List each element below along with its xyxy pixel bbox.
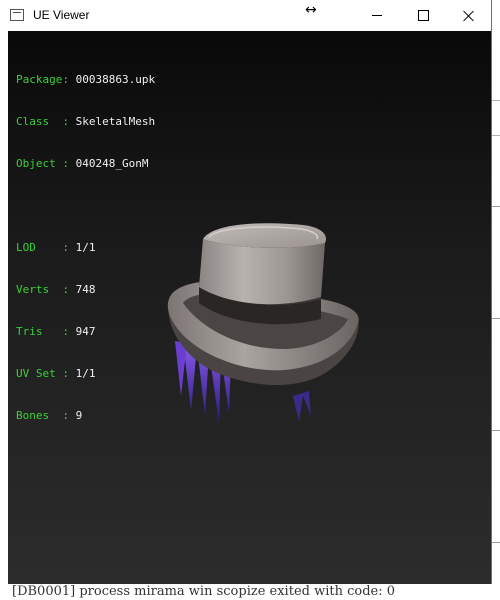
info-row-object: Object : 040248_GonM — [16, 157, 149, 170]
minimize-button[interactable] — [354, 0, 400, 31]
lod-value: 1/1 — [75, 241, 96, 254]
background-divider — [492, 206, 500, 207]
background-console-line: [DB0001] process mirama win scopize exit… — [0, 584, 500, 600]
tris-value: 947 — [75, 325, 96, 338]
title-bar[interactable]: UE Viewer ↔ — [0, 0, 491, 31]
background-divider — [492, 430, 500, 431]
info-row-bones: Bones : 9 — [16, 409, 83, 422]
background-divider — [492, 318, 500, 319]
info-row-tris: Tris : 947 — [16, 325, 96, 338]
info-row-lod: LOD : 1/1 — [16, 241, 96, 254]
top-hat-mesh — [167, 223, 359, 421]
object-value: 040248_GonM — [75, 157, 149, 170]
app-window-icon — [10, 9, 24, 21]
close-icon — [463, 10, 475, 22]
maximize-button[interactable] — [400, 0, 446, 31]
close-button[interactable] — [446, 0, 492, 31]
uvset-value: 1/1 — [75, 367, 96, 380]
info-row-verts: Verts : 748 — [16, 283, 96, 296]
bones-value: 9 — [75, 409, 83, 422]
window-title: UE Viewer — [33, 8, 90, 22]
background-panel — [491, 100, 500, 136]
info-row-uvset: UV Set : 1/1 — [16, 367, 96, 380]
info-row-package: Package: 00038863.upk — [16, 73, 156, 86]
resize-cursor-icon: ↔ — [305, 2, 317, 18]
minimize-icon — [372, 15, 382, 16]
verts-value: 748 — [75, 283, 96, 296]
package-value: 00038863.upk — [75, 73, 156, 86]
info-row-class: Class : SkeletalMesh — [16, 115, 156, 128]
mesh-info-overlay: Package: 00038863.upk Class : SkeletalMe… — [16, 45, 155, 451]
class-value: SkeletalMesh — [75, 115, 156, 128]
background-divider — [492, 542, 500, 543]
ue-viewer-window: UE Viewer ↔ Package: 00038863.upk Class … — [0, 0, 492, 584]
maximize-icon — [417, 10, 429, 21]
3d-viewport[interactable]: Package: 00038863.upk Class : SkeletalMe… — [8, 31, 491, 584]
